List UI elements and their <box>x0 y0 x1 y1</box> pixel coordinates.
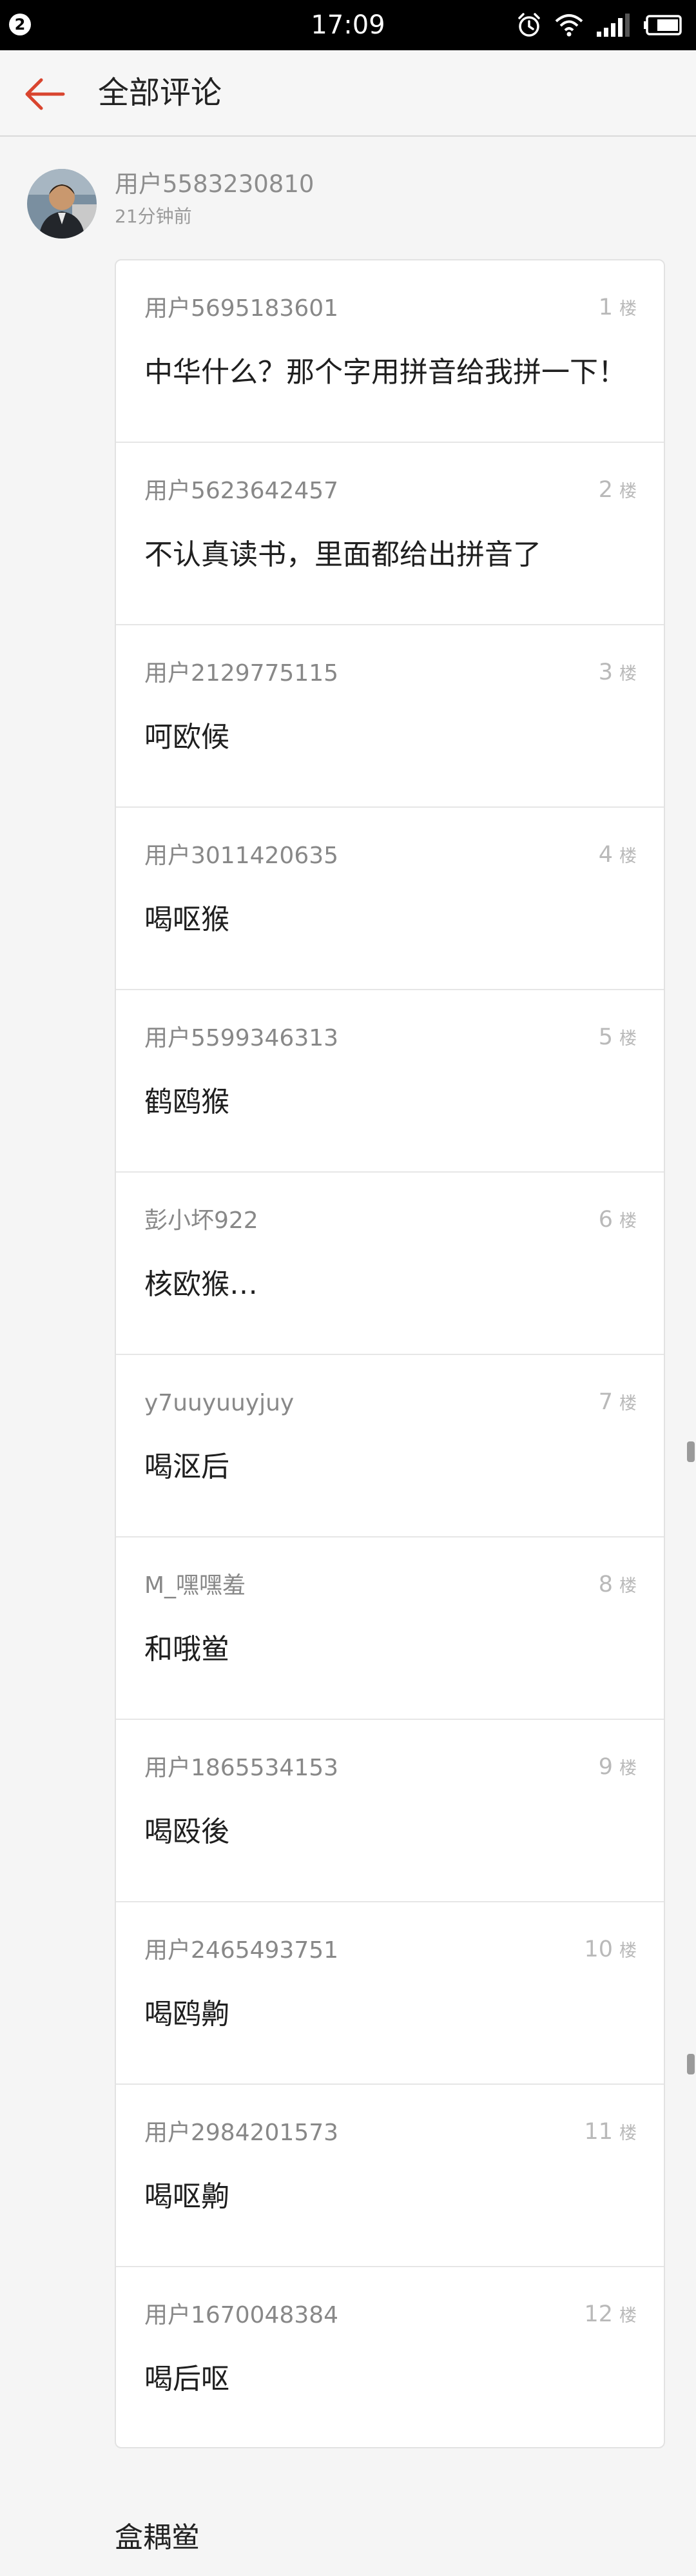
floor-number: 10 楼 <box>584 1935 637 1966</box>
reply-text: 喝后呕 <box>144 2363 229 2395</box>
floor-suffix: 楼 <box>619 664 637 684</box>
wifi-icon <box>554 12 584 38</box>
reply-text: 喝呕齁 <box>144 2180 229 2213</box>
reply-author[interactable]: 用户1670048384 <box>144 2301 338 2330</box>
reply-text: 鹤鸥猴 <box>144 1086 229 1118</box>
reply-author[interactable]: 用户3011420635 <box>144 841 338 871</box>
reply-list: 用户5695183601 1楼 中华什么？那个字用拼音给我拼一下！ 用户5623… <box>115 259 665 2448</box>
floor-number: 8楼 <box>599 1570 637 1601</box>
reply-author[interactable]: M_嘿嘿羞 <box>144 1571 246 1601</box>
reply-text: 喝殴後 <box>144 1815 229 1848</box>
post-timestamp: 21分钟前 <box>115 206 192 227</box>
page-title: 全部评论 <box>98 75 222 111</box>
floor-suffix: 楼 <box>619 846 637 866</box>
reply-author[interactable]: 用户5599346313 <box>144 1024 338 1053</box>
floor-suffix: 楼 <box>619 1759 637 1779</box>
scroll-indicator[interactable] <box>687 1441 695 1462</box>
floor-suffix: 楼 <box>619 1394 637 1414</box>
reply-text: 不认真读书，里面都给出拼音了 <box>144 538 541 571</box>
post-author[interactable]: 用户5583230810 <box>115 169 314 200</box>
floor-value: 9 <box>598 1754 613 1780</box>
floor-suffix: 楼 <box>619 482 637 502</box>
reply-text: 和哦鲎 <box>144 1633 229 1666</box>
reply-text: 喝鸥齁 <box>144 1998 229 2031</box>
reply-author[interactable]: 用户2984201573 <box>144 2118 338 2148</box>
floor-value: 7 <box>598 1389 613 1415</box>
floor-value: 11 <box>584 2119 613 2145</box>
floor-number: 12 楼 <box>584 2299 637 2331</box>
floor-number: 9楼 <box>599 1752 637 1784</box>
floor-value: 10 <box>584 1937 613 1962</box>
floor-suffix: 楼 <box>619 2306 637 2326</box>
reply-text: 核欧猴… <box>144 1268 258 1301</box>
reply-item[interactable]: 用户1865534153 9楼 喝殴後 <box>116 1720 664 1902</box>
reply-item[interactable]: 用户1670048384 12 楼 喝后呕 <box>116 2267 664 2447</box>
floor-number: 11 楼 <box>584 2117 637 2149</box>
floor-value: 8 <box>598 1572 613 1597</box>
floor-number: 2楼 <box>599 475 637 507</box>
floor-suffix: 楼 <box>619 1211 637 1231</box>
floor-number: 4楼 <box>599 840 637 872</box>
arrow-left-icon <box>25 78 65 110</box>
reply-item[interactable]: y7uuyuuyjuy 7楼 喝沤后 <box>116 1355 664 1537</box>
scroll-indicator[interactable] <box>687 2054 695 2074</box>
reply-item[interactable]: 彭小坏922 6楼 核欧猴… <box>116 1173 664 1355</box>
floor-value: 6 <box>598 1207 613 1233</box>
reply-text: 喝呕猴 <box>144 903 229 936</box>
floor-number: 3楼 <box>599 658 637 689</box>
reply-author[interactable]: 用户2465493751 <box>144 1936 338 1966</box>
reply-author[interactable]: 用户5623642457 <box>144 476 338 506</box>
status-bar: 2 17:09 <box>0 0 696 50</box>
reply-author[interactable]: 用户5695183601 <box>144 294 338 324</box>
floor-number: 6楼 <box>599 1205 637 1236</box>
reply-item[interactable]: 用户2129775115 3楼 呵欧候 <box>116 625 664 808</box>
reply-item[interactable]: 用户5623642457 2楼 不认真读书，里面都给出拼音了 <box>116 443 664 625</box>
floor-value: 1 <box>598 295 613 320</box>
signal-icon <box>595 12 632 38</box>
back-button[interactable] <box>22 76 68 112</box>
reply-text: 呵欧候 <box>144 721 229 754</box>
alarm-icon <box>516 12 543 39</box>
floor-suffix: 楼 <box>619 1576 637 1596</box>
status-icons <box>516 10 683 40</box>
comment-text: 盒耦鲎 <box>115 2521 200 2554</box>
reply-author[interactable]: 彭小坏922 <box>144 1206 258 1236</box>
battery-icon <box>643 12 683 38</box>
reply-text: 中华什么？那个字用拼音给我拼一下！ <box>144 356 626 389</box>
floor-value: 3 <box>598 659 613 685</box>
avatar[interactable] <box>27 169 97 239</box>
reply-author[interactable]: 用户2129775115 <box>144 659 338 688</box>
reply-author[interactable]: 用户1865534153 <box>144 1753 338 1783</box>
floor-suffix: 楼 <box>619 1941 637 1961</box>
reply-item[interactable]: 用户5695183601 1楼 中华什么？那个字用拼音给我拼一下！ <box>116 260 664 443</box>
floor-suffix: 楼 <box>619 2123 637 2143</box>
floor-suffix: 楼 <box>619 1029 637 1049</box>
reply-author[interactable]: y7uuyuuyjuy <box>144 1389 294 1418</box>
floor-number: 7楼 <box>599 1387 637 1419</box>
floor-value: 2 <box>598 477 613 503</box>
reply-item[interactable]: 用户3011420635 4楼 喝呕猴 <box>116 808 664 990</box>
reply-item[interactable]: 用户2465493751 10 楼 喝鸥齁 <box>116 1902 664 2085</box>
reply-text: 喝沤后 <box>144 1450 229 1483</box>
floor-value: 4 <box>598 842 613 868</box>
reply-item[interactable]: M_嘿嘿羞 8楼 和哦鲎 <box>116 1537 664 1720</box>
floor-value: 5 <box>598 1024 613 1050</box>
page-header: 全部评论 <box>0 50 696 137</box>
floor-number: 5楼 <box>599 1022 637 1054</box>
reply-item[interactable]: 用户5599346313 5楼 鹤鸥猴 <box>116 990 664 1173</box>
floor-suffix: 楼 <box>619 299 637 319</box>
floor-value: 12 <box>584 2301 613 2327</box>
floor-number: 1楼 <box>599 293 637 324</box>
reply-item[interactable]: 用户2984201573 11 楼 喝呕齁 <box>116 2085 664 2267</box>
